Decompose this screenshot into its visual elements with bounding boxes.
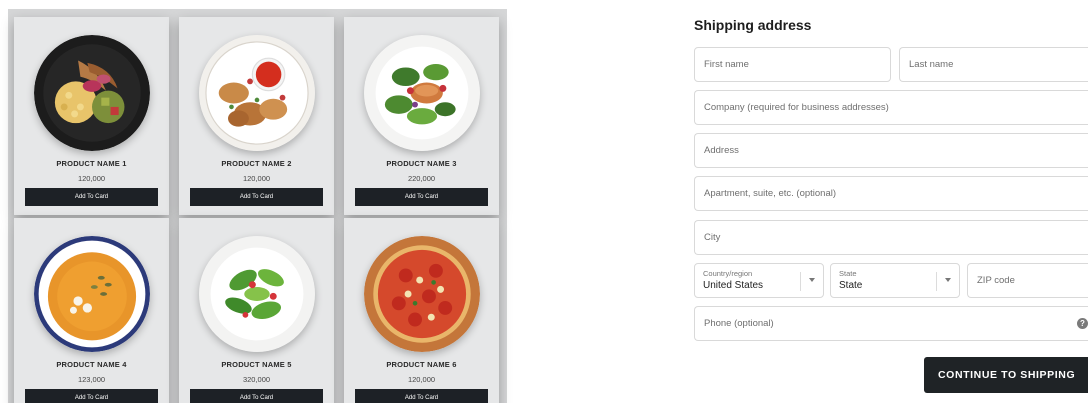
rice-bowl-icon[interactable] [33, 35, 150, 151]
add-to-cart-button[interactable]: Add To Card [25, 188, 158, 206]
continue-to-shipping-button[interactable]: CONTINUE TO SHIPPING [924, 357, 1088, 393]
product-price: 120,000 [407, 375, 436, 384]
first-name-field [694, 47, 891, 82]
city-field [694, 220, 1088, 255]
apartment-input[interactable] [695, 177, 1088, 210]
add-to-cart-button[interactable]: Add To Card [25, 389, 158, 403]
chicken-wings-icon[interactable] [198, 35, 315, 151]
product-name: PRODUCT NAME 2 [221, 159, 292, 168]
product-name: PRODUCT NAME 6 [386, 360, 457, 369]
select-divider [800, 272, 801, 291]
product-card: PRODUCT NAME 2 120,000 Add To Card [179, 17, 334, 215]
state-value: State [839, 280, 863, 291]
product-card: PRODUCT NAME 1 120,000 Add To Card [14, 17, 169, 215]
last-name-field [899, 47, 1088, 82]
shipping-address-title: Shipping address [694, 17, 812, 33]
select-divider [936, 272, 937, 291]
product-name: PRODUCT NAME 3 [386, 159, 457, 168]
pumpkin-soup-icon[interactable] [33, 236, 150, 352]
chevron-down-icon[interactable] [809, 278, 815, 282]
product-price: 123,000 [77, 375, 106, 384]
first-name-input[interactable] [695, 48, 890, 81]
help-icon[interactable]: ? [1077, 318, 1088, 329]
add-to-cart-button[interactable]: Add To Card [355, 389, 488, 403]
product-grid: PRODUCT NAME 1 120,000 Add To Card PRODU… [8, 9, 507, 403]
product-price: 120,000 [77, 174, 106, 183]
product-card: PRODUCT NAME 5 320,000 Add To Card [179, 218, 334, 403]
phone-field: ? [694, 306, 1088, 341]
product-card: PRODUCT NAME 6 120,000 Add To Card [344, 218, 499, 403]
apartment-field [694, 176, 1088, 211]
phone-input[interactable] [695, 307, 1088, 340]
zip-field [967, 263, 1088, 298]
address-field [694, 133, 1088, 168]
product-price: 120,000 [242, 174, 271, 183]
chevron-down-icon[interactable] [945, 278, 951, 282]
product-name: PRODUCT NAME 4 [56, 360, 127, 369]
product-card: PRODUCT NAME 3 220,000 Add To Card [344, 17, 499, 215]
add-to-cart-button[interactable]: Add To Card [190, 188, 323, 206]
add-to-cart-button[interactable]: Add To Card [355, 188, 488, 206]
pizza-icon[interactable] [363, 236, 480, 352]
state-select[interactable]: State State [830, 263, 960, 298]
state-label: State [839, 269, 857, 278]
product-price: 320,000 [242, 375, 271, 384]
zip-input[interactable] [968, 264, 1088, 297]
city-input[interactable] [695, 221, 1088, 254]
salmon-salad-icon[interactable] [363, 35, 480, 151]
product-name: PRODUCT NAME 1 [56, 159, 127, 168]
company-field [694, 90, 1088, 125]
green-salad-icon[interactable] [198, 236, 315, 352]
address-input[interactable] [695, 134, 1088, 167]
last-name-input[interactable] [900, 48, 1088, 81]
country-select[interactable]: Country/region United States [694, 263, 824, 298]
add-to-cart-button[interactable]: Add To Card [190, 389, 323, 403]
company-input[interactable] [695, 91, 1088, 124]
product-card: PRODUCT NAME 4 123,000 Add To Card [14, 218, 169, 403]
product-price: 220,000 [407, 174, 436, 183]
country-label: Country/region [703, 269, 753, 278]
country-value: United States [703, 280, 764, 291]
product-name: PRODUCT NAME 5 [221, 360, 292, 369]
